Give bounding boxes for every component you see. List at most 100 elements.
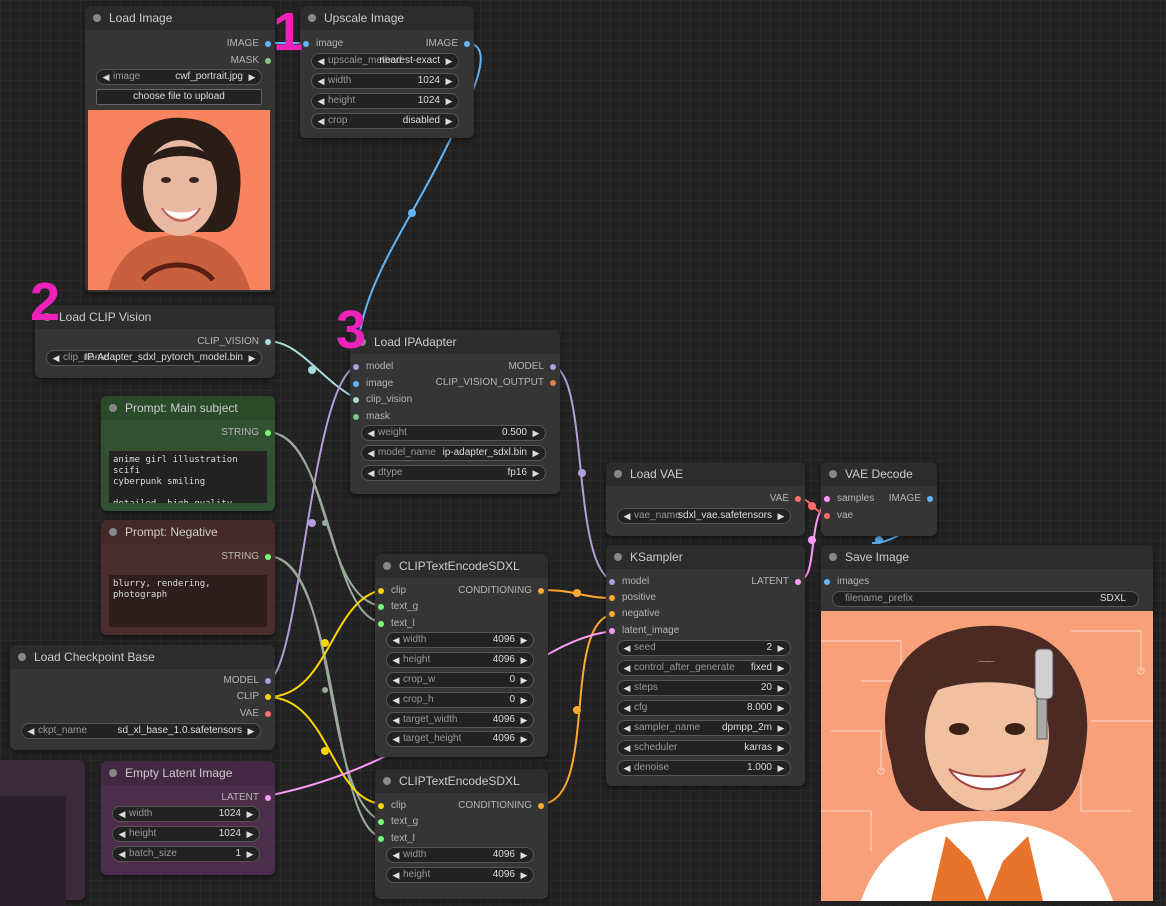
slot-dot[interactable] — [265, 694, 271, 700]
slot-dot[interactable] — [265, 41, 271, 47]
input-positive[interactable]: positive — [606, 592, 656, 603]
control-after-generate-select[interactable]: ◀ control_after_generate fixed ▶ — [617, 660, 791, 676]
output-vae[interactable]: VAE — [240, 708, 275, 719]
height-input[interactable]: ◀ height 1024 ▶ — [112, 826, 260, 842]
input-image[interactable]: image — [300, 38, 343, 49]
output-mask[interactable]: MASK — [231, 55, 275, 66]
partial-node[interactable] — [0, 760, 85, 906]
ksampler-node[interactable]: KSampler model positive negative latent_… — [606, 545, 805, 786]
arrow-left-icon[interactable]: ◀ — [389, 673, 403, 687]
arrow-left-icon[interactable]: ◀ — [364, 466, 378, 480]
slot-dot[interactable] — [265, 430, 271, 436]
empty-latent-node[interactable]: Empty Latent Image LATENT ◀ width 1024 ▶… — [101, 761, 275, 875]
input-model[interactable]: model — [606, 576, 649, 587]
arrow-left-icon[interactable]: ◀ — [620, 681, 634, 695]
slot-dot[interactable] — [265, 678, 271, 684]
output-conditioning[interactable]: CONDITIONING — [458, 800, 548, 811]
arrow-left-icon[interactable]: ◀ — [314, 54, 328, 68]
input-latent-image[interactable]: latent_image — [606, 625, 679, 636]
prompt-negative-node[interactable]: Prompt: Negative STRING blurry, renderin… — [101, 520, 275, 635]
arrow-left-icon[interactable]: ◀ — [620, 509, 634, 523]
input-clip[interactable]: clip — [375, 800, 406, 811]
arrow-right-icon[interactable]: ▶ — [243, 847, 257, 861]
arrow-right-icon[interactable]: ▶ — [529, 446, 543, 460]
input-mask[interactable]: mask — [350, 411, 390, 422]
arrow-right-icon[interactable]: ▶ — [245, 70, 259, 84]
clip-text-encode-sdxl-negative-node[interactable]: CLIPTextEncodeSDXL clip text_g text_l CO… — [375, 769, 548, 899]
arrow-left-icon[interactable]: ◀ — [620, 701, 634, 715]
arrow-left-icon[interactable]: ◀ — [620, 641, 634, 655]
slot-dot[interactable] — [265, 58, 271, 64]
node-title[interactable]: VAE Decode — [821, 462, 937, 486]
arrow-right-icon[interactable]: ▶ — [517, 868, 531, 882]
arrow-right-icon[interactable]: ▶ — [517, 848, 531, 862]
slot-dot[interactable] — [609, 595, 615, 601]
crop-select[interactable]: ◀ crop disabled ▶ — [311, 113, 459, 129]
denoise-input[interactable]: ◀ denoise 1.000 ▶ — [617, 760, 791, 776]
output-clip-vision-output[interactable]: CLIP_VISION_OUTPUT — [436, 377, 560, 388]
slot-dot[interactable] — [378, 621, 384, 627]
output-image[interactable]: IMAGE — [227, 38, 275, 49]
arrow-left-icon[interactable]: ◀ — [314, 74, 328, 88]
input-text-g[interactable]: text_g — [375, 816, 418, 827]
arrow-right-icon[interactable]: ▶ — [245, 351, 259, 365]
input-clip-vision[interactable]: clip_vision — [350, 394, 412, 405]
arrow-right-icon[interactable]: ▶ — [517, 713, 531, 727]
node-title[interactable]: Load VAE — [606, 462, 805, 486]
arrow-left-icon[interactable]: ◀ — [115, 827, 129, 841]
node-title[interactable]: Prompt: Main subject — [101, 396, 275, 420]
slot-dot[interactable] — [464, 41, 470, 47]
arrow-right-icon[interactable]: ▶ — [442, 114, 456, 128]
arrow-left-icon[interactable]: ◀ — [24, 724, 38, 738]
node-title[interactable]: Upscale Image — [300, 6, 474, 30]
arrow-left-icon[interactable]: ◀ — [49, 351, 63, 365]
batch-size-input[interactable]: ◀ batch_size 1 ▶ — [112, 846, 260, 862]
steps-input[interactable]: ◀ steps 20 ▶ — [617, 680, 791, 696]
height-input[interactable]: ◀ height 4096 ▶ — [386, 867, 534, 883]
prompt-main-textarea[interactable]: anime girl illustration scifi cyberpunk … — [109, 451, 267, 503]
width-input[interactable]: ◀ width 4096 ▶ — [386, 632, 534, 648]
arrow-right-icon[interactable]: ▶ — [517, 732, 531, 746]
weight-input[interactable]: ◀ weight 0.500 ▶ — [361, 425, 546, 441]
input-images[interactable]: images — [821, 576, 869, 587]
vae-name-select[interactable]: ◀ vae_name sdxl_vae.safetensors ▶ — [617, 508, 791, 524]
target-height-input[interactable]: ◀ target_height 4096 ▶ — [386, 731, 534, 747]
slot-dot[interactable] — [927, 496, 933, 502]
slot-dot[interactable] — [538, 588, 544, 594]
node-title[interactable]: Load Image — [85, 6, 275, 30]
output-clip-vision[interactable]: CLIP_VISION — [197, 336, 275, 347]
arrow-right-icon[interactable]: ▶ — [774, 741, 788, 755]
arrow-right-icon[interactable]: ▶ — [774, 641, 788, 655]
input-model[interactable]: model — [350, 361, 393, 372]
arrow-right-icon[interactable]: ▶ — [529, 466, 543, 480]
arrow-right-icon[interactable]: ▶ — [774, 661, 788, 675]
slot-dot[interactable] — [795, 496, 801, 502]
slot-dot[interactable] — [824, 513, 830, 519]
arrow-left-icon[interactable]: ◀ — [389, 848, 403, 862]
arrow-left-icon[interactable]: ◀ — [364, 446, 378, 460]
load-image-node[interactable]: Load Image IMAGE MASK ◀ image cwf_portra… — [85, 6, 275, 292]
model-name-select[interactable]: ◀ model_name ip-adapter_sdxl.bin ▶ — [361, 445, 546, 461]
arrow-left-icon[interactable]: ◀ — [620, 661, 634, 675]
output-conditioning[interactable]: CONDITIONING — [458, 585, 548, 596]
arrow-right-icon[interactable]: ▶ — [244, 724, 258, 738]
slot-dot[interactable] — [609, 628, 615, 634]
arrow-left-icon[interactable]: ◀ — [389, 653, 403, 667]
arrow-left-icon[interactable]: ◀ — [620, 761, 634, 775]
slot-dot[interactable] — [550, 364, 556, 370]
slot-dot[interactable] — [265, 795, 271, 801]
arrow-left-icon[interactable]: ◀ — [389, 713, 403, 727]
crop-w-input[interactable]: ◀ crop_w 0 ▶ — [386, 672, 534, 688]
load-vae-node[interactable]: Load VAE VAE ◀ vae_name sdxl_vae.safeten… — [606, 462, 805, 536]
filename-prefix-input[interactable]: filename_prefix SDXL — [832, 591, 1139, 607]
cfg-input[interactable]: ◀ cfg 8.000 ▶ — [617, 700, 791, 716]
input-image[interactable]: image — [350, 378, 393, 389]
output-latent[interactable]: LATENT — [221, 792, 275, 803]
slot-dot[interactable] — [550, 380, 556, 386]
slot-dot[interactable] — [265, 711, 271, 717]
arrow-left-icon[interactable]: ◀ — [364, 426, 378, 440]
upload-button[interactable]: choose file to upload — [96, 89, 262, 105]
arrow-left-icon[interactable]: ◀ — [115, 847, 129, 861]
crop-h-input[interactable]: ◀ crop_h 0 ▶ — [386, 692, 534, 708]
slot-dot[interactable] — [353, 397, 359, 403]
